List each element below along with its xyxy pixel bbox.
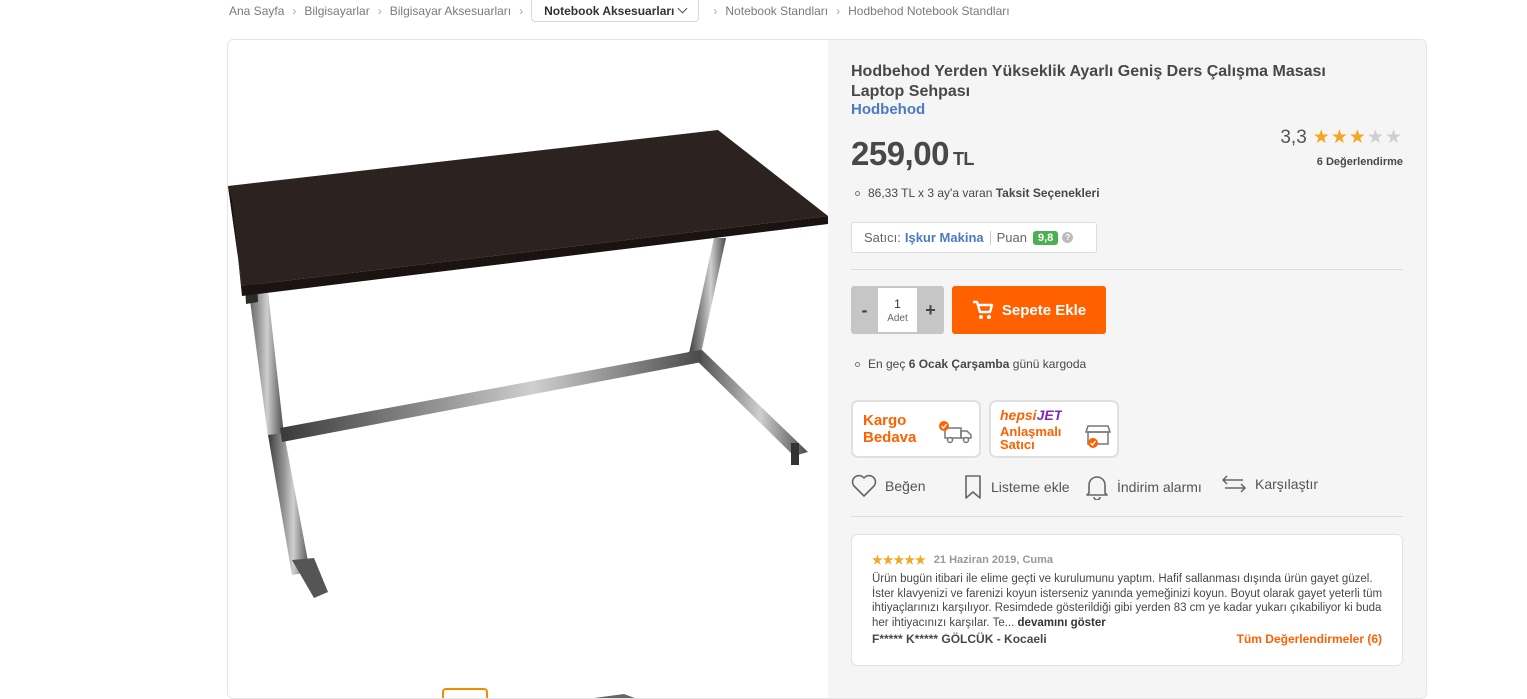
hepsijet-badge: hepsiJET Anlaşmalı Satıcı bbox=[989, 400, 1119, 458]
star-filled-icon: ★ bbox=[1312, 127, 1331, 148]
divider bbox=[851, 269, 1403, 270]
compare-button[interactable]: Karşılaştır bbox=[1221, 474, 1318, 494]
review-stars: ★★★★★ bbox=[872, 553, 926, 567]
rating-summary[interactable]: 3,3 ★★★★★ 6 Değerlendirme bbox=[1280, 126, 1403, 169]
breadcrumb: Ana Sayfa › Bilgisayarlar › Bilgisayar A… bbox=[229, 0, 1010, 22]
cart-icon bbox=[972, 300, 994, 319]
divider bbox=[989, 230, 991, 245]
seller-score-label: Puan bbox=[996, 230, 1027, 245]
chevron-right-icon: › bbox=[836, 4, 841, 18]
free-shipping-line-1: Kargo bbox=[863, 412, 907, 429]
hepsijet-logo-text: hepsiJET bbox=[1000, 407, 1063, 423]
rating-score: 3,3 bbox=[1280, 126, 1307, 148]
review-author: F***** K***** GÖLCÜK - Kocaeli bbox=[872, 632, 1047, 646]
seller-box: Satıcı: Işkur Makina Puan 9,8 ? bbox=[851, 222, 1097, 253]
price-alarm-label: İndirim alarmı bbox=[1117, 479, 1202, 495]
bullet-icon bbox=[855, 361, 860, 367]
price-alarm-button[interactable]: İndirim alarmı bbox=[1085, 474, 1202, 500]
breadcrumb-dropdown-label: Notebook Aksesuarları bbox=[544, 3, 675, 18]
star-filled-icon: ★ bbox=[1330, 127, 1349, 148]
all-reviews-link[interactable]: Tüm Değerlendirmeler (6) bbox=[1237, 632, 1382, 646]
delivery-date: 6 Ocak Çarşamba bbox=[908, 357, 1010, 371]
seller-name-link[interactable]: Işkur Makina bbox=[905, 230, 984, 245]
quantity-increase-button[interactable]: + bbox=[917, 300, 944, 321]
quantity-label: Adet bbox=[887, 313, 908, 324]
star-empty-icon: ★ bbox=[1366, 127, 1385, 148]
quantity-decrease-button[interactable]: - bbox=[851, 300, 878, 321]
chevron-right-icon: › bbox=[519, 4, 524, 18]
installment-link[interactable]: Taksit Seçenekleri bbox=[996, 186, 1100, 200]
quantity-value: 1 bbox=[894, 297, 901, 311]
free-shipping-line-2: Bedava bbox=[863, 429, 917, 446]
heart-icon bbox=[851, 474, 877, 497]
delivery-prefix: En geç bbox=[868, 357, 906, 371]
compare-label: Karşılaştır bbox=[1255, 476, 1319, 492]
delivery-info: En geç 6 Ocak Çarşamba günü kargoda bbox=[855, 357, 1086, 371]
free-shipping-badge: Kargo Bedava bbox=[851, 400, 981, 458]
add-to-cart-label: Sepete Ekle bbox=[1001, 301, 1087, 319]
breadcrumb-item-computers[interactable]: Bilgisayarlar bbox=[304, 4, 369, 18]
price-value: 259,00 bbox=[851, 135, 949, 172]
help-icon[interactable]: ? bbox=[1062, 232, 1074, 243]
delivery-suffix: günü kargoda bbox=[1012, 357, 1087, 371]
review-card: ★★★★★ 21 Haziran 2019, Cuma Ürün bugün i… bbox=[851, 534, 1403, 666]
seller-score-badge: 9,8 bbox=[1033, 230, 1059, 245]
chevron-right-icon: › bbox=[713, 4, 718, 18]
quantity-stepper: - 1 Adet + bbox=[851, 286, 944, 334]
installment-info: 86,33 TL x 3 ay'a varan Taksit Seçenekle… bbox=[855, 186, 1100, 200]
store-icon bbox=[1085, 425, 1112, 448]
add-to-list-label: Listeme ekle bbox=[991, 479, 1070, 495]
chevron-right-icon: › bbox=[292, 4, 297, 18]
product-gallery bbox=[228, 40, 828, 698]
hepsijet-line-2: Satıcı bbox=[1000, 437, 1035, 452]
seller-label: Satıcı: bbox=[864, 230, 901, 245]
breadcrumb-item-hodbehod-stands[interactable]: Hodbehod Notebook Standları bbox=[848, 4, 1009, 18]
like-label: Beğen bbox=[885, 478, 926, 494]
hepsijet-logo: hepsiJET bbox=[1000, 407, 1062, 423]
product-brand-link[interactable]: Hodbehod bbox=[851, 101, 925, 118]
quantity-input[interactable]: 1 Adet bbox=[878, 288, 917, 332]
show-more-link[interactable]: devamını göster bbox=[1018, 617, 1106, 629]
add-to-cart-button[interactable]: Sepete Ekle bbox=[952, 286, 1106, 334]
bullet-icon bbox=[855, 190, 860, 196]
star-empty-icon: ★ bbox=[1384, 127, 1403, 148]
review-body: Ürün bugün itibari ile elime geçti ve ku… bbox=[872, 573, 1383, 629]
chevron-down-icon bbox=[677, 3, 688, 14]
product-image[interactable] bbox=[228, 40, 828, 640]
price-currency: TL bbox=[952, 149, 975, 169]
chevron-right-icon: › bbox=[377, 4, 382, 18]
review-text: Ürün bugün itibari ile elime geçti ve ku… bbox=[872, 572, 1384, 630]
review-date: 21 Haziran 2019, Cuma bbox=[933, 554, 1054, 566]
installment-text: 86,33 TL x 3 ay'a varan bbox=[868, 186, 993, 200]
product-price: 259,00 TL bbox=[851, 135, 974, 173]
star-filled-icon: ★ bbox=[1348, 127, 1367, 148]
rating-count: 6 Değerlendirme bbox=[1316, 156, 1403, 168]
breadcrumb-item-home[interactable]: Ana Sayfa bbox=[229, 4, 284, 18]
breadcrumb-dropdown[interactable]: Notebook Aksesuarları bbox=[531, 0, 700, 22]
product-card: Hodbehod Yerden Yükseklik Ayarlı Geniş D… bbox=[227, 39, 1427, 699]
rating-stars: ★★★★★ bbox=[1313, 126, 1403, 149]
divider bbox=[851, 516, 1403, 517]
bell-icon bbox=[1086, 476, 1108, 500]
breadcrumb-item-computer-accessories[interactable]: Bilgisayar Aksesuarları bbox=[390, 4, 511, 18]
bookmark-icon bbox=[965, 475, 981, 499]
compare-arrows-icon bbox=[1221, 475, 1247, 493]
like-button[interactable]: Beğen bbox=[851, 474, 925, 498]
breadcrumb-item-notebook-stands[interactable]: Notebook Standları bbox=[725, 4, 828, 18]
product-title: Hodbehod Yerden Yükseklik Ayarlı Geniş D… bbox=[851, 63, 1326, 100]
product-actions: Beğen Listeme ekle İndirim alarmı Karşıl… bbox=[851, 474, 1403, 502]
truck-icon bbox=[939, 421, 972, 444]
free-shipping-text: Kargo Bedava bbox=[863, 412, 916, 446]
hepsijet-text: Anlaşmalı Satıcı bbox=[1000, 425, 1061, 451]
add-to-list-button[interactable]: Listeme ekle bbox=[963, 474, 1070, 500]
